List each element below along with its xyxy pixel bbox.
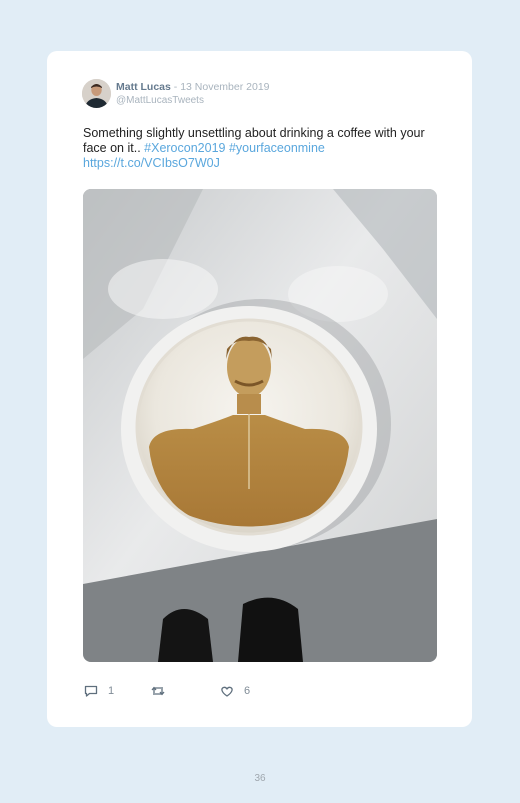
url-link[interactable]: https://t.co/VCIbsO7W0J [83, 156, 220, 170]
heart-icon [219, 683, 235, 699]
tweet-photo[interactable] [83, 189, 437, 662]
reply-count: 1 [108, 685, 115, 697]
avatar[interactable] [82, 79, 111, 108]
retweet-icon [150, 683, 166, 699]
action-bar: 1 6 [83, 683, 437, 699]
tweet-card: Matt Lucas - 13 November 2019 @MattLucas… [47, 51, 472, 727]
author-line: Matt Lucas - 13 November 2019 [116, 81, 270, 94]
author-handle[interactable]: @MattLucasTweets [116, 94, 204, 107]
author-name[interactable]: Matt Lucas [116, 81, 171, 93]
comment-bubble-icon [83, 683, 99, 699]
separator: - [170, 81, 181, 93]
reply-button[interactable]: 1 [83, 683, 114, 699]
post-date[interactable]: 13 November 2019 [180, 81, 269, 93]
page-number: 36 [254, 773, 266, 784]
hashtag-link[interactable]: #Xerocon2019 [144, 141, 225, 155]
hashtag-link[interactable]: #yourfaceonmine [229, 141, 325, 155]
tweet-text: Something slightly unsettling about drin… [83, 126, 433, 171]
like-count: 6 [244, 685, 251, 697]
like-button[interactable]: 6 [219, 683, 250, 699]
retweet-button[interactable] [150, 683, 166, 699]
